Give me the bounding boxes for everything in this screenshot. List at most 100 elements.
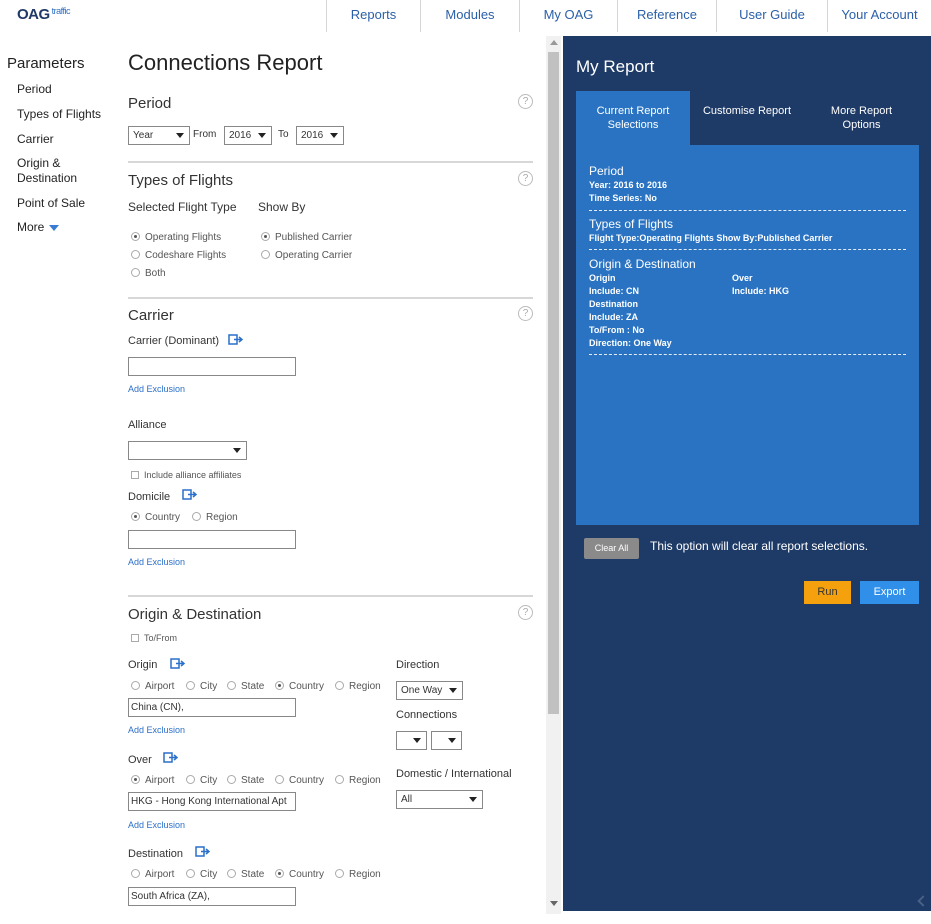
expand-list-icon[interactable] bbox=[195, 846, 210, 857]
radio-dot bbox=[131, 681, 140, 690]
origin-add-exclusion-link[interactable]: Add Exclusion bbox=[128, 725, 185, 735]
nav-your-account[interactable]: Your Account bbox=[827, 0, 931, 32]
param-more-toggle[interactable]: More bbox=[17, 220, 60, 235]
radio-over-city[interactable]: City bbox=[186, 775, 217, 787]
radio-dot bbox=[261, 250, 270, 259]
over-input[interactable]: HKG - Hong Kong International Apt bbox=[128, 792, 296, 811]
radio-dest-city[interactable]: City bbox=[186, 869, 217, 881]
radio-label: City bbox=[200, 869, 218, 880]
nav-reports[interactable]: Reports bbox=[326, 0, 420, 32]
to-from-checkbox[interactable]: To/From bbox=[131, 633, 177, 644]
form-scrollbar[interactable] bbox=[546, 36, 561, 914]
scroll-down-arrow-icon[interactable] bbox=[550, 901, 558, 906]
direction-select[interactable]: One Way bbox=[396, 681, 463, 700]
radio-dest-state[interactable]: State bbox=[227, 869, 264, 881]
radio-origin-city[interactable]: City bbox=[186, 681, 217, 693]
radio-operating-carrier[interactable]: Operating Carrier bbox=[261, 250, 352, 262]
period-from-select[interactable]: 2016 bbox=[224, 126, 272, 145]
tab-more-report-options[interactable]: More Report Options bbox=[804, 91, 919, 145]
param-link-carrier[interactable]: Carrier bbox=[17, 132, 54, 147]
domestic-international-select[interactable]: All bbox=[396, 790, 483, 809]
radio-origin-airport[interactable]: Airport bbox=[131, 681, 174, 693]
connections-max-select[interactable] bbox=[431, 731, 462, 750]
radio-label: Region bbox=[206, 512, 238, 523]
period-to-select[interactable]: 2016 bbox=[296, 126, 344, 145]
param-link-period[interactable]: Period bbox=[17, 82, 52, 97]
scroll-up-arrow-icon[interactable] bbox=[550, 40, 558, 45]
alliance-select[interactable] bbox=[128, 441, 247, 460]
radio-dot bbox=[192, 512, 201, 521]
radio-over-region[interactable]: Region bbox=[335, 775, 381, 787]
types-help-icon[interactable]: ? bbox=[518, 171, 533, 186]
domicile-input[interactable] bbox=[128, 530, 296, 549]
summary-direction: Direction: One Way bbox=[589, 338, 672, 348]
summary-destination-include: Include: ZA bbox=[589, 312, 638, 322]
radio-over-airport[interactable]: Airport bbox=[131, 775, 174, 787]
nav-my-oag[interactable]: My OAG bbox=[519, 0, 617, 32]
radio-domicile-country[interactable]: Country bbox=[131, 512, 180, 524]
checkbox-box bbox=[131, 634, 139, 642]
param-link-origin-destination[interactable]: Origin & Destination bbox=[17, 156, 77, 186]
parameters-title: Parameters bbox=[7, 55, 85, 72]
radio-label: Country bbox=[289, 775, 325, 786]
summary-divider bbox=[589, 210, 906, 211]
dropdown-arrow-icon bbox=[233, 448, 241, 453]
radio-both-flights[interactable]: Both bbox=[131, 268, 166, 280]
nav-user-guide[interactable]: User Guide bbox=[716, 0, 827, 32]
carrier-help-icon[interactable]: ? bbox=[518, 306, 533, 321]
radio-dest-country[interactable]: Country bbox=[275, 869, 324, 881]
period-type-select[interactable]: Year bbox=[128, 126, 190, 145]
direction-value: One Way bbox=[401, 685, 443, 696]
radio-origin-country[interactable]: Country bbox=[275, 681, 324, 693]
radio-over-country[interactable]: Country bbox=[275, 775, 324, 787]
checkbox-label: Include alliance affiliates bbox=[144, 470, 242, 480]
over-add-exclusion-link[interactable]: Add Exclusion bbox=[128, 820, 185, 830]
report-form: Connections Report Period ? Year From 20… bbox=[120, 36, 545, 924]
radio-dot bbox=[335, 681, 344, 690]
clear-all-button[interactable]: Clear All bbox=[584, 538, 639, 559]
summary-over-include: Include: HKG bbox=[732, 286, 790, 296]
period-help-icon[interactable]: ? bbox=[518, 94, 533, 109]
expand-list-icon[interactable] bbox=[182, 489, 197, 500]
nav-reference[interactable]: Reference bbox=[617, 0, 716, 32]
connections-min-select[interactable] bbox=[396, 731, 427, 750]
expand-list-icon[interactable] bbox=[163, 752, 178, 763]
carrier-dominant-input[interactable] bbox=[128, 357, 296, 376]
radio-dest-region[interactable]: Region bbox=[335, 869, 381, 881]
origin-input[interactable]: China (CN), bbox=[128, 698, 296, 717]
od-help-icon[interactable]: ? bbox=[518, 605, 533, 620]
radio-label: Country bbox=[145, 512, 181, 523]
tab-label: Options bbox=[842, 119, 881, 131]
scrollbar-thumb[interactable] bbox=[548, 52, 559, 714]
domicile-add-exclusion-link[interactable]: Add Exclusion bbox=[128, 557, 185, 567]
expand-list-icon[interactable] bbox=[228, 334, 243, 345]
radio-codeshare-flights[interactable]: Codeshare Flights bbox=[131, 250, 226, 262]
tab-current-report-selections[interactable]: Current Report Selections bbox=[576, 91, 690, 145]
radio-over-state[interactable]: State bbox=[227, 775, 264, 787]
radio-label: Region bbox=[349, 869, 381, 880]
radio-origin-region[interactable]: Region bbox=[335, 681, 381, 693]
radio-published-carrier[interactable]: Published Carrier bbox=[261, 232, 352, 244]
radio-label: State bbox=[241, 869, 265, 880]
radio-origin-state[interactable]: State bbox=[227, 681, 264, 693]
radio-domicile-region[interactable]: Region bbox=[192, 512, 238, 524]
radio-label: Region bbox=[349, 681, 381, 692]
nav-modules[interactable]: Modules bbox=[420, 0, 519, 32]
destination-input[interactable]: South Africa (ZA), bbox=[128, 887, 296, 906]
radio-dest-airport[interactable]: Airport bbox=[131, 869, 174, 881]
include-affiliates-checkbox[interactable]: Include alliance affiliates bbox=[131, 470, 241, 481]
radio-operating-flights[interactable]: Operating Flights bbox=[131, 232, 221, 244]
run-button[interactable]: Run bbox=[804, 581, 851, 604]
param-link-point-of-sale[interactable]: Point of Sale bbox=[17, 196, 85, 211]
export-button[interactable]: Export bbox=[860, 581, 919, 604]
expand-list-icon[interactable] bbox=[170, 658, 185, 669]
dropdown-arrow-icon bbox=[448, 738, 456, 743]
oag-logo[interactable]: OAG traffic bbox=[17, 6, 71, 23]
param-link-types-of-flights[interactable]: Types of Flights bbox=[17, 107, 101, 122]
carrier-dominant-label: Carrier (Dominant) bbox=[128, 335, 220, 347]
tab-customise-report[interactable]: Customise Report bbox=[690, 91, 804, 145]
resize-grip-icon[interactable] bbox=[917, 895, 929, 907]
logo-subtext: traffic bbox=[51, 6, 71, 16]
radio-dot bbox=[335, 775, 344, 784]
carrier-add-exclusion-link[interactable]: Add Exclusion bbox=[128, 384, 185, 394]
